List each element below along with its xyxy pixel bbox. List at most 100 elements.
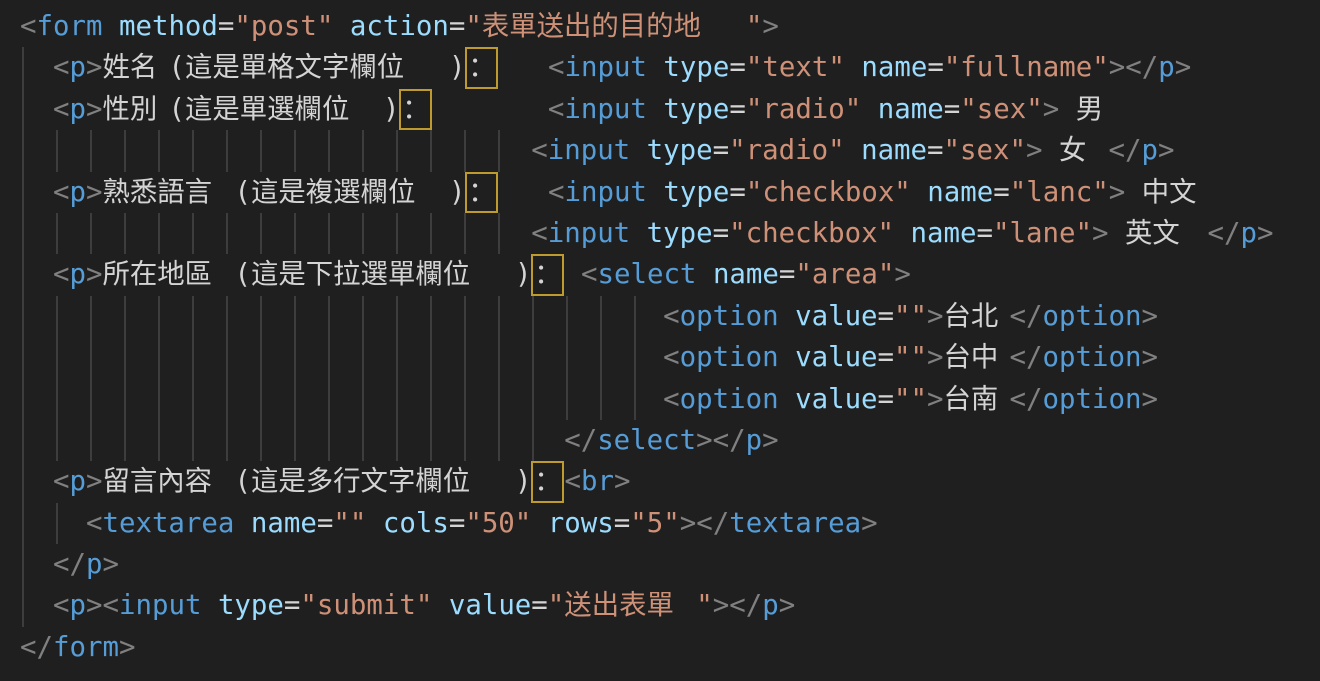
code-token: "radio" xyxy=(746,94,861,125)
code-token: textarea xyxy=(102,508,234,539)
code-token: < xyxy=(53,466,70,497)
code-token: p xyxy=(69,259,86,290)
code-token: = xyxy=(993,177,1010,208)
code-token: "text" xyxy=(746,52,845,83)
code-token: > xyxy=(1141,301,1158,332)
code-token xyxy=(911,177,928,208)
code-token: > xyxy=(1026,135,1043,166)
code-line-content: </select></p> xyxy=(20,425,779,456)
code-token: > xyxy=(86,94,103,125)
code-token: </ xyxy=(1010,301,1043,332)
code-token xyxy=(20,135,531,166)
code-token: input xyxy=(119,590,201,621)
code-token: option xyxy=(1043,342,1142,373)
code-token: input xyxy=(564,94,646,125)
code-token: rows xyxy=(548,508,614,539)
code-token: " xyxy=(746,11,763,42)
code-token: p xyxy=(762,590,779,621)
code-token: "lanc" xyxy=(1010,177,1109,208)
code-token: "fullname" xyxy=(944,52,1109,83)
code-token xyxy=(647,177,664,208)
code-token: < xyxy=(53,177,70,208)
code-token xyxy=(234,508,251,539)
code-token: </ xyxy=(1010,384,1043,415)
code-token: action xyxy=(350,11,449,42)
code-token: > xyxy=(1109,52,1126,83)
code-line-content: <textarea name="" cols="50" rows="5"></t… xyxy=(20,508,878,539)
code-editor[interactable]: <form method="post" action="表單送出的目的地"> <… xyxy=(0,0,1320,681)
code-token: value xyxy=(449,590,531,621)
code-token: value xyxy=(795,384,877,415)
code-token: > xyxy=(1158,135,1175,166)
code-token: = xyxy=(449,11,466,42)
unicode-highlight-box: ： xyxy=(465,172,498,213)
code-token: </ xyxy=(564,425,597,456)
code-token: = xyxy=(927,135,944,166)
code-token: p xyxy=(1141,135,1158,166)
code-token xyxy=(531,508,548,539)
code-token: < xyxy=(548,94,565,125)
code-token: = xyxy=(977,218,994,249)
code-token: p xyxy=(86,549,103,580)
code-token: 性別 xyxy=(102,89,168,130)
code-token: 留言內容 xyxy=(102,461,234,502)
code-token: name xyxy=(911,218,977,249)
code-token xyxy=(20,425,564,456)
code-token: > xyxy=(614,466,631,497)
code-line: </select></p> xyxy=(20,420,1320,461)
code-token xyxy=(20,342,663,373)
code-token: 男 xyxy=(1076,89,1109,130)
code-token: > xyxy=(713,590,730,621)
code-token: < xyxy=(663,301,680,332)
code-token: ) xyxy=(383,94,400,125)
code-token: "" xyxy=(333,508,366,539)
code-token xyxy=(201,590,218,621)
code-token: name xyxy=(861,52,927,83)
unicode-highlight-box: ： xyxy=(531,254,564,295)
code-token xyxy=(779,342,796,373)
code-token: > xyxy=(86,466,103,497)
code-token: < xyxy=(53,590,70,621)
code-token: p xyxy=(1158,52,1175,83)
unicode-highlight-box: ： xyxy=(465,47,498,88)
code-token: textarea xyxy=(729,508,861,539)
code-token: = xyxy=(779,259,796,290)
code-line: <textarea name="" cols="50" rows="5"></t… xyxy=(20,503,1320,544)
code-token: 台北 xyxy=(944,296,1010,337)
code-token xyxy=(1108,218,1125,249)
code-token xyxy=(861,94,878,125)
code-token xyxy=(20,52,53,83)
code-token: "checkbox" xyxy=(746,177,911,208)
code-token: = xyxy=(449,508,466,539)
code-token xyxy=(779,301,796,332)
code-token: < xyxy=(86,508,103,539)
code-token: > xyxy=(86,259,103,290)
code-token: 所在地區 xyxy=(102,254,234,295)
code-token: p xyxy=(69,52,86,83)
code-line-content: <option value="">台中</option> xyxy=(20,342,1158,373)
code-token xyxy=(845,52,862,83)
code-token: = xyxy=(729,177,746,208)
code-token: > xyxy=(86,590,103,621)
code-token: = xyxy=(614,508,631,539)
code-line-content: <form method="post" action="表單送出的目的地"> xyxy=(20,11,779,42)
code-token: 這是下拉選單欄位 xyxy=(251,254,515,295)
code-token: name xyxy=(713,259,779,290)
code-token: value xyxy=(795,342,877,373)
code-token: 英文 xyxy=(1125,213,1191,254)
code-token: > xyxy=(1109,177,1126,208)
code-token: </ xyxy=(1207,218,1240,249)
code-token xyxy=(1059,94,1076,125)
code-token: = xyxy=(729,52,746,83)
code-token: ) xyxy=(515,259,532,290)
code-token: < xyxy=(548,52,565,83)
code-line: <option value="">台北</option> xyxy=(20,296,1320,337)
code-token: "checkbox" xyxy=(729,218,894,249)
code-token: 這是多行文字欄位 xyxy=(251,461,515,502)
code-token: = xyxy=(713,218,730,249)
code-token: option xyxy=(680,301,779,332)
code-token: > xyxy=(779,590,796,621)
code-token: ) xyxy=(449,177,466,208)
code-token xyxy=(498,52,547,83)
code-token xyxy=(20,508,86,539)
